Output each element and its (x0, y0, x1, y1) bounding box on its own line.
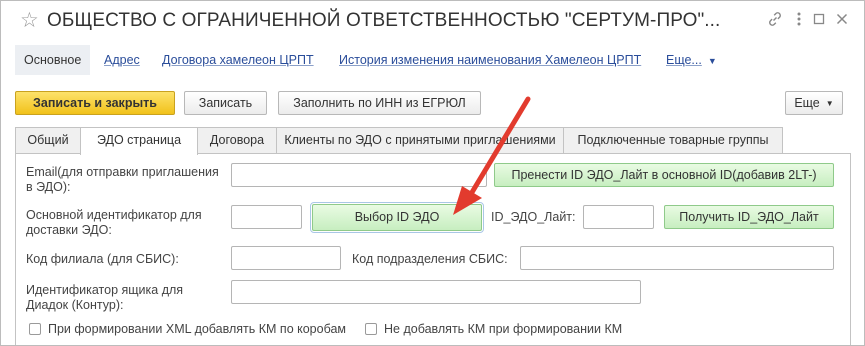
division-code-field[interactable] (520, 246, 834, 270)
nav-more-button[interactable]: Еще... ▼ (666, 45, 717, 75)
tab-product-groups[interactable]: Подключенные товарные группы (563, 127, 783, 153)
tab-edo-page[interactable]: ЭДО страница (80, 127, 198, 155)
branch-code-field[interactable] (231, 246, 341, 270)
save-and-close-button[interactable]: Записать и закрыть (15, 91, 175, 115)
email-label-line2: в ЭДО): (26, 180, 71, 194)
get-lite-id-button[interactable]: Получить ID_ЭДО_Лайт (664, 205, 834, 229)
nav-name-history[interactable]: История изменения наименования Хамелеон … (339, 45, 641, 75)
nav-more-label: Еще... (666, 53, 702, 67)
chevron-down-icon: ▼ (707, 56, 717, 66)
branch-code-label: Код филиала (для СБИС): (26, 252, 179, 266)
link-icon[interactable] (766, 10, 784, 28)
title-bar: ☆ ОБЩЕСТВО С ОГРАНИЧЕННОЙ ОТВЕТСТВЕННОСТ… (1, 1, 864, 41)
fill-by-inn-button[interactable]: Заполнить по ИНН из ЕГРЮЛ (278, 91, 481, 115)
nav-contracts-chameleon[interactable]: Договора хамелеон ЦРПТ (162, 45, 314, 75)
tab-contracts[interactable]: Договора (197, 127, 277, 153)
move-lite-id-button[interactable]: Пренести ID ЭДО_Лайт в основной ID(добав… (494, 163, 834, 187)
save-button[interactable]: Записать (184, 91, 267, 115)
tab-general[interactable]: Общий (15, 127, 81, 153)
nav-main[interactable]: Основное (15, 45, 91, 75)
dropdown-arrow-icon: ▼ (825, 99, 834, 108)
km-by-boxes-label: При формировании XML добавлять КМ по кор… (48, 322, 347, 336)
nav-address[interactable]: Адрес (104, 45, 140, 75)
email-label-line1: Email(для отправки приглашения (26, 165, 219, 179)
more-actions-icon[interactable] (790, 10, 808, 28)
km-by-boxes-checkbox[interactable] (29, 323, 41, 335)
close-icon[interactable] (833, 10, 851, 28)
lite-id-field[interactable] (583, 205, 654, 229)
diadoc-box-field[interactable] (231, 280, 641, 304)
window-title: ОБЩЕСТВО С ОГРАНИЧЕННОЙ ОТВЕТСТВЕННОСТЬЮ… (47, 10, 721, 31)
diadoc-label-line2: Диадок (Контур): (26, 298, 124, 312)
tab-edo-clients[interactable]: Клиенты по ЭДО с принятыми приглашениями (276, 127, 564, 153)
division-code-label: Код подразделения СБИС: (352, 252, 508, 266)
more-actions-button[interactable]: Еще ▼ (785, 91, 843, 115)
main-id-field[interactable] (231, 205, 302, 229)
favorite-star-icon[interactable]: ☆ (20, 10, 39, 31)
no-km-checkbox[interactable] (365, 323, 377, 335)
no-km-label: Не добавлять КМ при формировании КМ (384, 322, 623, 336)
main-id-label-line2: доставки ЭДО: (26, 223, 112, 237)
email-field[interactable] (231, 163, 487, 187)
select-edo-id-button[interactable]: Выбор ID ЭДО (310, 202, 484, 233)
document-window: ☆ ОБЩЕСТВО С ОГРАНИЧЕННОЙ ОТВЕТСТВЕННОСТ… (0, 0, 865, 346)
more-actions-label: Еще (794, 96, 820, 110)
maximize-icon[interactable] (810, 10, 828, 28)
lite-id-label: ID_ЭДО_Лайт: (491, 210, 576, 224)
diadoc-label-line1: Идентификатор ящика для (26, 283, 184, 297)
main-id-label-line1: Основной идентификатор для (26, 208, 202, 222)
